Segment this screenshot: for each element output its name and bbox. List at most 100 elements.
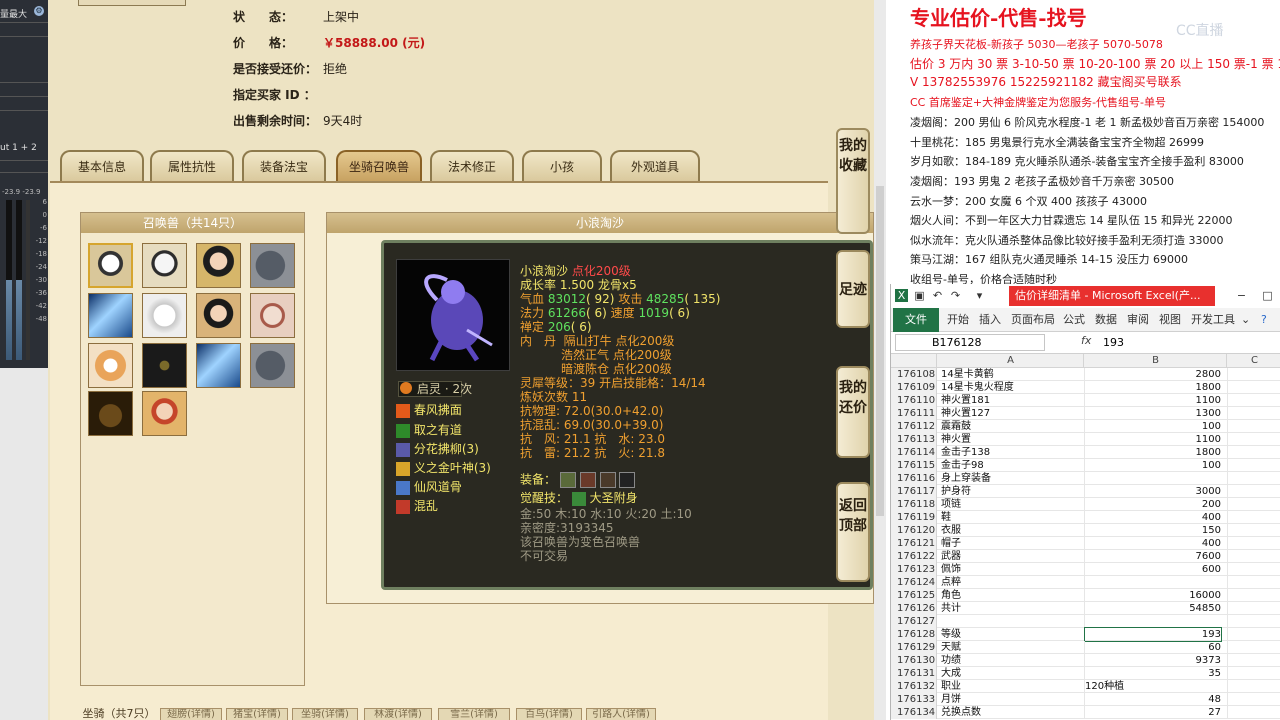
sheet-row[interactable]: 176124 点粹	[891, 576, 1280, 589]
sheet-row[interactable]: 176110 神火置181 1100	[891, 394, 1280, 407]
menu-view[interactable]: 视图	[1159, 308, 1181, 332]
row-number[interactable]: 176128	[891, 628, 937, 641]
cell-b[interactable]: 400	[1085, 511, 1221, 524]
sheet-row[interactable]: 176126 共计 54850	[891, 602, 1280, 615]
sheet-row[interactable]: 176128 等级 193	[891, 627, 1280, 642]
name-box[interactable]: B176128	[895, 334, 1045, 351]
skill-item[interactable]: 取之有道	[396, 423, 462, 438]
skill-item[interactable]: 义之金叶神(3)	[396, 461, 491, 476]
cell-a[interactable]: 项链	[941, 498, 1081, 511]
mixer-row[interactable]	[0, 22, 48, 34]
tab-appearance[interactable]: 外观道具	[610, 150, 700, 182]
quick-access-dropdown-icon[interactable]: ▾	[973, 289, 986, 302]
cell-b[interactable]: 35	[1085, 667, 1221, 680]
pet-thumb[interactable]	[196, 293, 241, 338]
file-menu[interactable]: 文件	[893, 308, 939, 332]
sheet-row[interactable]: 176115 金击子98 100	[891, 459, 1280, 472]
pet-thumb[interactable]	[196, 243, 241, 288]
row-number[interactable]: 176120	[891, 524, 937, 537]
sheet-row[interactable]: 176122 武器 7600	[891, 550, 1280, 563]
cell-b[interactable]: 7600	[1085, 550, 1221, 563]
row-number[interactable]: 176118	[891, 498, 937, 511]
favorites-button[interactable]: 我的收藏	[836, 128, 870, 234]
mixer-row[interactable]	[0, 160, 48, 172]
cell-a[interactable]: 职业	[941, 680, 1081, 693]
equip-slot-icon[interactable]	[619, 472, 636, 488]
pet-thumb[interactable]	[88, 391, 133, 436]
cell-a[interactable]: 神火置127	[941, 407, 1081, 420]
row-number[interactable]: 176126	[891, 602, 937, 615]
cell-b[interactable]: 1800	[1085, 446, 1221, 459]
tab-basic-info[interactable]: 基本信息	[60, 150, 144, 182]
cell-a[interactable]: 点粹	[941, 576, 1081, 589]
undo-icon[interactable]: ↶	[931, 289, 944, 302]
sheet-row[interactable]: 176113 神火置 1100	[891, 433, 1280, 446]
cell-a[interactable]: 护身符	[941, 485, 1081, 498]
cell-b[interactable]: 400	[1085, 537, 1221, 550]
cell-b[interactable]: 1100	[1085, 394, 1221, 407]
mixer-row[interactable]	[0, 82, 48, 94]
cell-a[interactable]: 14星卡黄鹤	[941, 368, 1081, 381]
cell-b[interactable]: 1300	[1085, 407, 1221, 420]
row-number[interactable]: 176123	[891, 563, 937, 576]
mount-tab[interactable]: 猪宝(详情)	[226, 708, 288, 720]
cell-a[interactable]: 衣服	[941, 524, 1081, 537]
cell-b[interactable]: 60	[1085, 641, 1221, 654]
row-number[interactable]: 176132	[891, 680, 937, 693]
mount-tab[interactable]: 翅膀(详情)	[160, 708, 222, 720]
cell-b[interactable]: 1800	[1085, 381, 1221, 394]
cell-b[interactable]: 600	[1085, 563, 1221, 576]
mount-tab[interactable]: 雪兰(详情)	[438, 708, 510, 720]
row-number[interactable]: 176129	[891, 641, 937, 654]
tab-spells[interactable]: 法术修正	[430, 150, 514, 182]
cell-a[interactable]: 鞋	[941, 511, 1081, 524]
row-number[interactable]: 176130	[891, 654, 937, 667]
sheet-row[interactable]: 176116 身上穿装备	[891, 472, 1280, 485]
minimize-icon[interactable]: −	[1235, 289, 1248, 302]
row-number[interactable]: 176122	[891, 550, 937, 563]
skill-item[interactable]: 仙风道骨	[396, 480, 462, 495]
sheet-row[interactable]: 176112 震霜鼓 100	[891, 420, 1280, 433]
cell-a[interactable]: 大成	[941, 667, 1081, 680]
fx-icon[interactable]: fx	[1081, 334, 1091, 347]
mixer-gear-icon[interactable]: ⚙	[34, 6, 44, 16]
formula-input[interactable]: 193	[1103, 334, 1124, 351]
sheet-row[interactable]: 176125 角色 16000	[891, 589, 1280, 602]
mount-tab[interactable]: 林渡(详情)	[364, 708, 432, 720]
equip-slot-icon[interactable]	[559, 472, 576, 488]
column-header-b[interactable]: B	[1085, 354, 1227, 368]
cell-b[interactable]: 120种植	[1085, 680, 1221, 693]
menu-developer[interactable]: 开发工具	[1191, 308, 1235, 332]
row-number[interactable]: 176125	[891, 589, 937, 602]
cell-a[interactable]: 神火置	[941, 433, 1081, 446]
cell-b[interactable]: 16000	[1085, 589, 1221, 602]
scrollbar-thumb[interactable]	[876, 186, 884, 516]
row-number[interactable]: 176110	[891, 394, 937, 407]
sheet-row[interactable]: 176108 14星卡黄鹤 2800	[891, 368, 1280, 381]
cell-b[interactable]: 100	[1085, 459, 1221, 472]
sheet-row[interactable]: 176123 佩饰 600	[891, 563, 1280, 576]
sheet-row[interactable]: 176129 天赋 60	[891, 641, 1280, 654]
menu-review[interactable]: 审阅	[1127, 308, 1149, 332]
pet-thumb[interactable]	[250, 343, 295, 388]
cell-b[interactable]: 200	[1085, 498, 1221, 511]
pet-thumb[interactable]	[142, 391, 187, 436]
column-header-c[interactable]: C	[1228, 354, 1280, 368]
cell-a[interactable]: 月饼	[941, 693, 1081, 706]
cell-a[interactable]: 佩饰	[941, 563, 1081, 576]
pet-thumb[interactable]	[142, 343, 187, 388]
pet-thumb[interactable]	[196, 343, 241, 388]
mixer-row[interactable]	[0, 172, 48, 184]
my-offers-button[interactable]: 我的还价	[836, 366, 870, 458]
back-to-top-button[interactable]: 返回顶部	[836, 482, 870, 582]
cell-b[interactable]: 150	[1085, 524, 1221, 537]
pet-thumb[interactable]	[142, 293, 187, 338]
sheet-grid[interactable]: 176108 14星卡黄鹤 2800 176109 14星卡鬼火程度 1800 176110…	[891, 368, 1280, 720]
cell-a[interactable]: 帽子	[941, 537, 1081, 550]
menu-page-layout[interactable]: 页面布局	[1011, 308, 1055, 332]
row-number[interactable]: 176119	[891, 511, 937, 524]
cell-b[interactable]: 193	[1084, 627, 1222, 642]
cell-a[interactable]: 功绩	[941, 654, 1081, 667]
tab-equipment[interactable]: 装备法宝	[242, 150, 326, 182]
row-number[interactable]: 176117	[891, 485, 937, 498]
